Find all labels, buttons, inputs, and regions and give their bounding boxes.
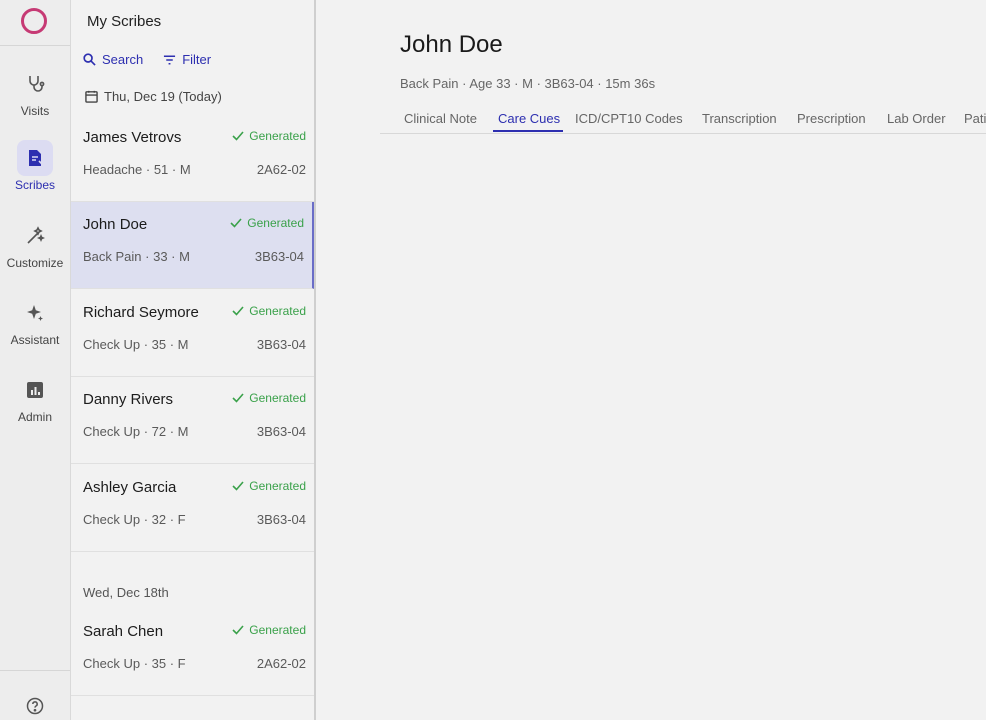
scribe-row[interactable]: Richard Seymore Generated Check Up · 35 … <box>71 290 314 377</box>
page-title: John Doe <box>400 31 503 58</box>
rail-item-label: Admin <box>17 410 52 424</box>
patient-name: Danny Rivers <box>83 391 174 408</box>
search-label: Search <box>102 52 144 67</box>
check-icon <box>232 481 244 491</box>
patient-name: James Vetrovs <box>83 129 182 146</box>
visit-code: 2A62-02 <box>256 162 306 177</box>
active-tab-indicator <box>493 130 563 132</box>
tab-clinical-note[interactable]: Clinical Note <box>404 111 477 126</box>
tab-lab-order[interactable]: Lab Order <box>887 111 946 126</box>
scribe-row[interactable]: James Vetrovs Generated Headache · 51 · … <box>71 115 314 202</box>
rail-item-assistant[interactable]: Assistant <box>0 295 70 347</box>
visit-code: 2A62-02 <box>256 656 306 671</box>
status-badge: Generated <box>232 623 306 637</box>
visit-meta: Check Up · 72 · M <box>83 424 189 439</box>
visit-meta: Check Up · 32 · F <box>83 512 186 527</box>
status-label: Generated <box>247 216 304 230</box>
visit-meta: Check Up · 35 · M <box>83 337 189 352</box>
patient-name: John Doe <box>83 216 148 233</box>
status-badge: Generated <box>232 479 306 493</box>
scribe-document-icon <box>17 140 53 176</box>
status-label: Generated <box>249 479 306 493</box>
help-icon <box>26 697 44 715</box>
scribe-row[interactable]: Ashley Garcia Generated Check Up · 32 · … <box>71 465 314 552</box>
tab-transcription[interactable]: Transcription <box>702 111 777 126</box>
visit-meta: Back Pain · 33 · M <box>83 249 190 264</box>
status-badge: Generated <box>232 391 306 405</box>
rail-item-scribes[interactable]: Scribes <box>0 140 70 192</box>
check-icon <box>232 625 244 635</box>
visit-code: 3B63-04 <box>254 249 304 264</box>
filter-icon <box>164 55 176 64</box>
tab-icd-cpt-codes[interactable]: ICD/CPT10 Codes <box>575 111 683 126</box>
check-icon <box>232 393 244 403</box>
date-header-today: Thu, Dec 19 (Today) <box>85 89 222 104</box>
check-icon <box>232 306 244 316</box>
scribe-row[interactable]: Sarah Chen Generated Check Up · 35 · F 2… <box>71 609 314 696</box>
tab-care-cues[interactable]: Care Cues <box>498 111 560 126</box>
filter-button[interactable]: Filter <box>163 52 211 67</box>
rail-item-label: Scribes <box>14 178 55 192</box>
rail-divider <box>0 45 70 46</box>
search-button[interactable]: Search <box>83 52 143 67</box>
status-label: Generated <box>249 623 306 637</box>
visit-code: 3B63-04 <box>256 424 306 439</box>
scribe-detail: John Doe Back Pain · Age 33 · M · 3B63-0… <box>316 0 986 720</box>
status-badge: Generated <box>232 129 306 143</box>
patient-name: Richard Seymore <box>83 304 199 321</box>
search-icon <box>83 53 96 66</box>
stethoscope-icon <box>17 66 53 102</box>
visit-code: 3B63-04 <box>256 337 306 352</box>
patient-summary: Back Pain · Age 33 · M · 3B63-04 · 15m 3… <box>400 76 656 91</box>
list-toolbar: Search Filter <box>83 52 211 67</box>
status-label: Generated <box>249 391 306 405</box>
date-header-yesterday: Wed, Dec 18th <box>83 585 169 600</box>
visit-meta: Check Up · 35 · F <box>83 656 186 671</box>
visit-meta: Headache · 51 · M <box>83 162 191 177</box>
list-title: My Scribes <box>87 13 162 30</box>
status-badge: Generated <box>232 304 306 318</box>
scribe-list-panel: My Scribes Search Filter Thu, Dec 19 (To… <box>71 0 316 720</box>
check-icon <box>230 218 242 228</box>
tab-prescription[interactable]: Prescription <box>797 111 866 126</box>
patient-name: Ashley Garcia <box>83 479 177 496</box>
chart-icon <box>17 372 53 408</box>
scribe-row-selected[interactable]: John Doe Generated Back Pain · 33 · M 3B… <box>71 202 314 289</box>
check-icon <box>232 131 244 141</box>
patient-name: Sarah Chen <box>83 623 164 640</box>
rail-item-label: Customize <box>6 256 64 270</box>
rail-item-customize[interactable]: Customize <box>0 218 70 270</box>
help-button[interactable] <box>0 670 70 720</box>
nav-rail: Visits Scribes Customize Assistant Admin <box>0 0 71 720</box>
status-label: Generated <box>249 129 306 143</box>
rail-item-label: Visits <box>20 104 50 118</box>
status-label: Generated <box>249 304 306 318</box>
magic-wand-icon <box>17 218 53 254</box>
calendar-icon <box>85 90 98 103</box>
date-label: Thu, Dec 19 (Today) <box>104 89 222 104</box>
rail-item-admin[interactable]: Admin <box>0 372 70 424</box>
sparkle-icon <box>17 295 53 331</box>
brand-logo[interactable] <box>21 8 47 34</box>
rail-item-visits[interactable]: Visits <box>0 66 70 118</box>
detail-tabs: Clinical Note Care Cues ICD/CPT10 Codes … <box>380 103 986 134</box>
tab-patient-truncated[interactable]: Pati <box>964 111 986 126</box>
rail-item-label: Assistant <box>10 333 60 347</box>
filter-label: Filter <box>182 52 212 67</box>
visit-code: 3B63-04 <box>256 512 306 527</box>
scribe-row[interactable]: Danny Rivers Generated Check Up · 72 · M… <box>71 377 314 464</box>
status-badge: Generated <box>230 216 304 230</box>
